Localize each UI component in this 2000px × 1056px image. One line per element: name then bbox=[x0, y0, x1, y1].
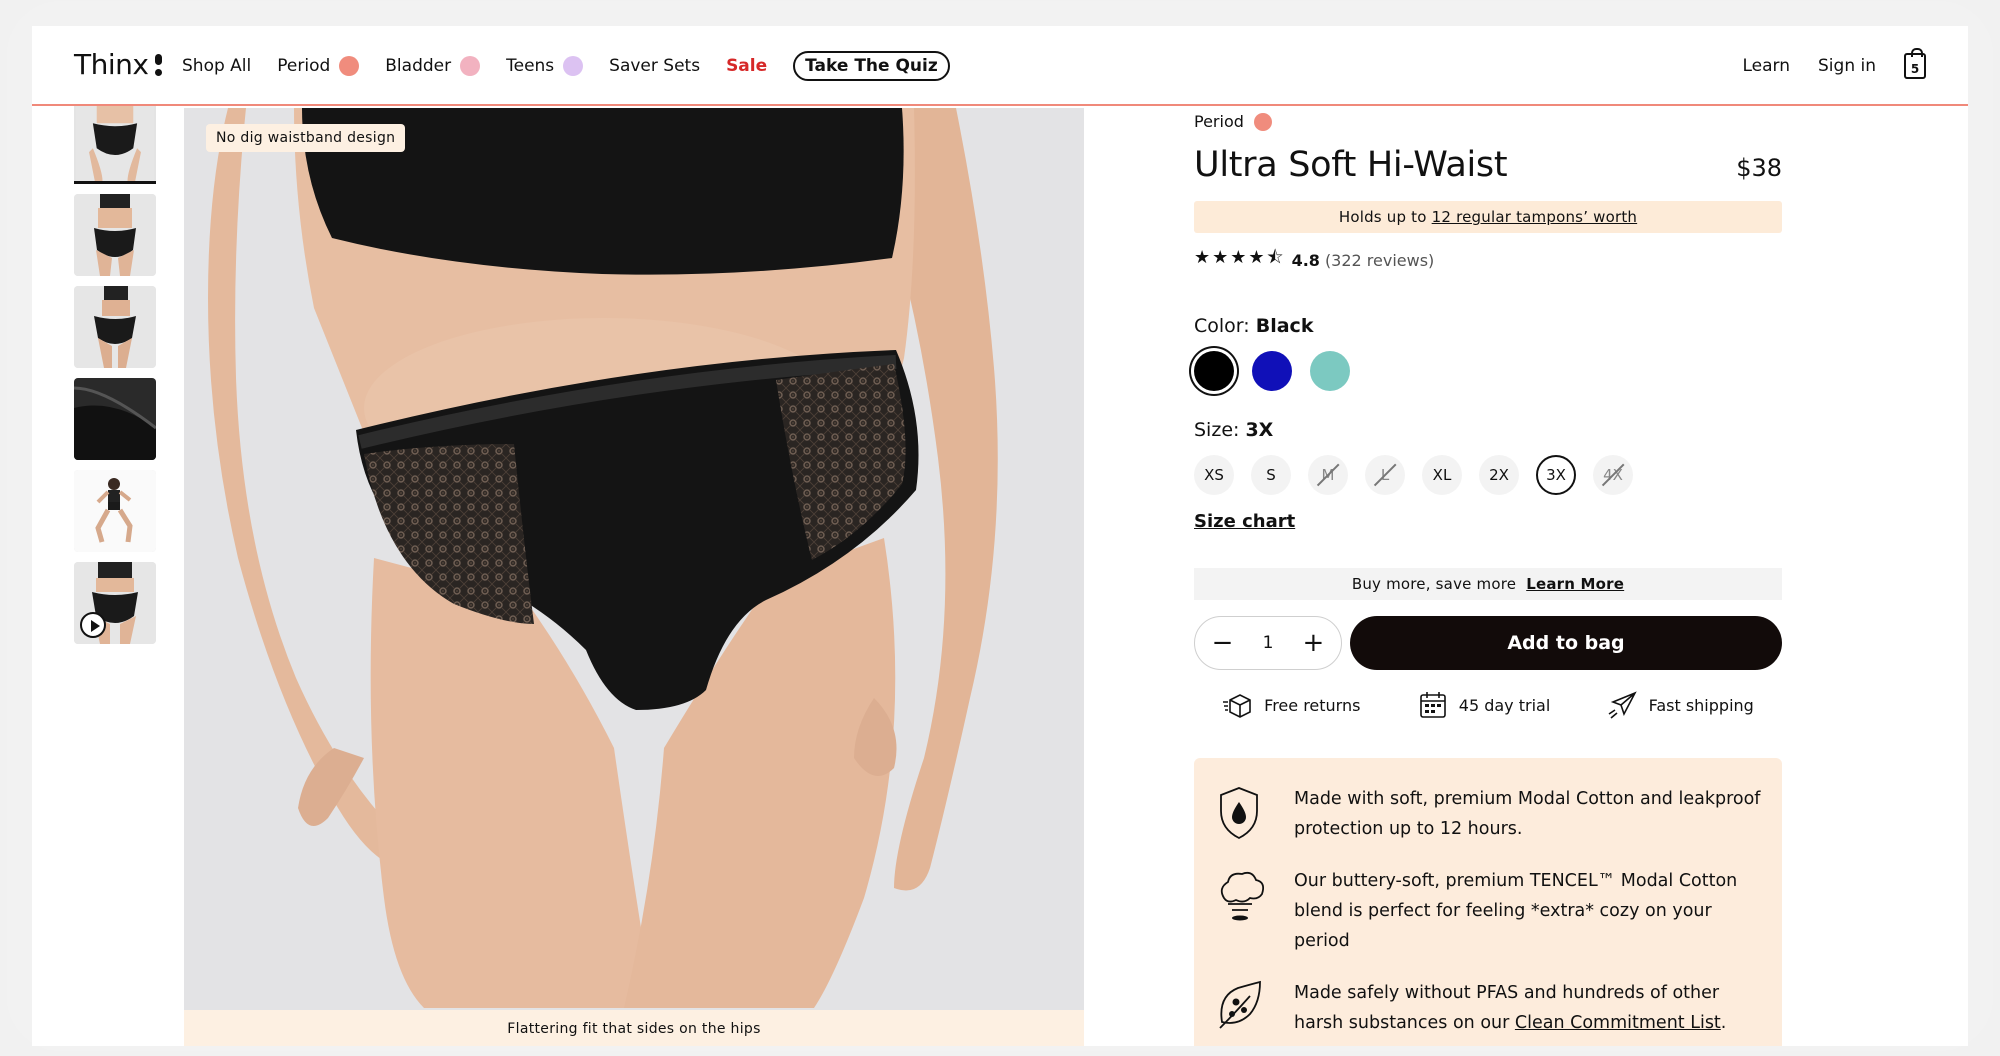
period-dot bbox=[339, 56, 360, 76]
thumbnail-1[interactable] bbox=[74, 106, 156, 184]
swatch-teal[interactable] bbox=[1310, 351, 1350, 391]
feature-text: Our buttery-soft, premium TENCEL™ Modal … bbox=[1294, 871, 1738, 951]
category-dot bbox=[1253, 112, 1272, 131]
feature-item: Our buttery-soft, premium TENCEL™ Modal … bbox=[1214, 866, 1762, 956]
title-row: Ultra Soft Hi-Waist $38 bbox=[1194, 145, 1782, 185]
thumbnail-6-video[interactable] bbox=[74, 562, 156, 644]
nav-saver-sets[interactable]: Saver Sets bbox=[609, 56, 700, 76]
perk-label: Fast shipping bbox=[1648, 695, 1754, 715]
size-2x[interactable]: 2X bbox=[1479, 455, 1519, 495]
features-box: Made with soft, premium Modal Cotton and… bbox=[1194, 758, 1782, 1046]
swatch-blue[interactable] bbox=[1252, 351, 1292, 391]
thumbnail-5[interactable] bbox=[74, 470, 156, 552]
cloud-icon bbox=[1220, 871, 1264, 921]
learn-more-link[interactable]: Learn More bbox=[1526, 575, 1624, 593]
logo[interactable]: Thinx bbox=[74, 48, 163, 81]
thumbnail-4[interactable] bbox=[74, 378, 156, 460]
quantity-value[interactable]: 1 bbox=[1263, 633, 1274, 653]
absorbency-text: Holds up to bbox=[1338, 208, 1427, 226]
swatch-black[interactable] bbox=[1194, 351, 1234, 391]
paper-plane-icon bbox=[1608, 691, 1637, 719]
image-caption: Flattering fit that sides on the hips bbox=[184, 1010, 1084, 1046]
site-header: Thinx Shop All Period Bladder Teens Save… bbox=[32, 26, 1968, 106]
header-actions: Learn Sign in 5 bbox=[1743, 26, 1926, 106]
size-chart-link[interactable]: Size chart bbox=[1194, 511, 1295, 532]
size-m-unavailable[interactable]: M bbox=[1308, 455, 1348, 495]
cart-bag-icon[interactable]: 5 bbox=[1904, 48, 1926, 79]
size-4x-unavailable[interactable]: 4X bbox=[1593, 455, 1633, 495]
buy-more-banner: Buy more, save more Learn More bbox=[1194, 568, 1782, 600]
bladder-dot bbox=[460, 56, 481, 76]
leaf-icon bbox=[1219, 980, 1261, 1029]
teens-dot bbox=[563, 56, 584, 76]
selected-size: 3X bbox=[1245, 419, 1274, 441]
sign-in-link[interactable]: Sign in bbox=[1818, 56, 1876, 76]
size-xs[interactable]: XS bbox=[1194, 455, 1234, 495]
color-swatches bbox=[1194, 351, 1782, 391]
product-title: Ultra Soft Hi-Waist bbox=[1194, 145, 1508, 185]
nav-bladder[interactable]: Bladder bbox=[385, 56, 481, 76]
rating-value: 4.8 bbox=[1291, 250, 1320, 270]
cart-row: − 1 + Add to bag bbox=[1194, 616, 1782, 670]
thumbnail-3[interactable] bbox=[74, 286, 156, 368]
absorbency-link[interactable]: 12 regular tampons’ worth bbox=[1432, 208, 1638, 226]
product-price: $38 bbox=[1736, 154, 1782, 182]
calendar-icon bbox=[1419, 692, 1446, 718]
quantity-stepper: − 1 + bbox=[1194, 616, 1342, 670]
perk-label: Free returns bbox=[1264, 695, 1361, 715]
increment-button[interactable]: + bbox=[1298, 628, 1328, 658]
size-l-unavailable[interactable]: L bbox=[1365, 455, 1405, 495]
box-return-icon bbox=[1223, 694, 1251, 718]
perk-label: 45 day trial bbox=[1458, 695, 1551, 715]
perk-fast-shipping: Fast shipping bbox=[1607, 690, 1754, 720]
nav-shop-all[interactable]: Shop All bbox=[182, 56, 251, 76]
product-category[interactable]: Period bbox=[1194, 112, 1782, 131]
nav-period[interactable]: Period bbox=[277, 56, 360, 76]
rating-row[interactable]: ★★★★⯪ 4.8 (322 reviews) bbox=[1194, 245, 1782, 275]
play-icon bbox=[80, 612, 106, 638]
add-to-bag-button[interactable]: Add to bag bbox=[1350, 616, 1782, 670]
logo-text: Thinx bbox=[74, 48, 149, 81]
size-xl[interactable]: XL bbox=[1422, 455, 1462, 495]
feature-item: Made with soft, premium Modal Cotton and… bbox=[1214, 784, 1762, 844]
product-photo bbox=[184, 108, 1084, 1008]
learn-link[interactable]: Learn bbox=[1743, 56, 1791, 76]
decrement-button[interactable]: − bbox=[1208, 628, 1238, 658]
nav-teens[interactable]: Teens bbox=[506, 56, 584, 76]
thumbnail-2[interactable] bbox=[74, 194, 156, 276]
size-options: XS S M L XL 2X 3X 4X bbox=[1194, 455, 1782, 495]
feature-text: Made safely without PFAS and hundreds of… bbox=[1294, 983, 1727, 1033]
buy-more-text: Buy more, save more bbox=[1351, 575, 1517, 593]
logo-mark bbox=[155, 53, 163, 76]
review-count: (322 reviews) bbox=[1324, 250, 1435, 270]
perk-45-day-trial: 45 day trial bbox=[1417, 690, 1551, 720]
main-product-image: No dig waistband design Flattering fit t… bbox=[184, 108, 1084, 1046]
main-nav: Shop All Period Bladder Teens Saver Sets… bbox=[182, 26, 950, 106]
clean-commitment-link[interactable]: Clean Commitment List bbox=[1515, 1013, 1721, 1033]
product-panel: Period Ultra Soft Hi-Waist $38 Holds up … bbox=[1194, 106, 1782, 1046]
size-3x[interactable]: 3X bbox=[1536, 455, 1576, 495]
image-tag: No dig waistband design bbox=[206, 124, 406, 152]
star-rating-icon: ★★★★⯪ bbox=[1194, 247, 1286, 268]
selected-color: Black bbox=[1255, 315, 1314, 337]
color-label: Color: Black bbox=[1194, 315, 1314, 337]
absorbency-banner: Holds up to 12 regular tampons’ worth bbox=[1194, 201, 1782, 233]
perk-free-returns: Free returns bbox=[1222, 690, 1360, 720]
size-label: Size: 3X bbox=[1194, 419, 1274, 441]
take-quiz-button[interactable]: Take The Quiz bbox=[793, 51, 950, 81]
thumbnail-list bbox=[74, 106, 156, 654]
feature-text: Made with soft, premium Modal Cotton and… bbox=[1294, 789, 1761, 839]
cart-count: 5 bbox=[1910, 62, 1920, 76]
page: Thinx Shop All Period Bladder Teens Save… bbox=[32, 26, 1968, 1046]
category-label: Period bbox=[1194, 112, 1244, 131]
perks-row: Free returns 45 day trial Fast shipping bbox=[1194, 690, 1782, 720]
feature-item: Made safely without PFAS and hundreds of… bbox=[1214, 978, 1762, 1038]
nav-sale[interactable]: Sale bbox=[726, 56, 767, 76]
size-s[interactable]: S bbox=[1251, 455, 1291, 495]
shield-drop-icon bbox=[1220, 787, 1258, 840]
